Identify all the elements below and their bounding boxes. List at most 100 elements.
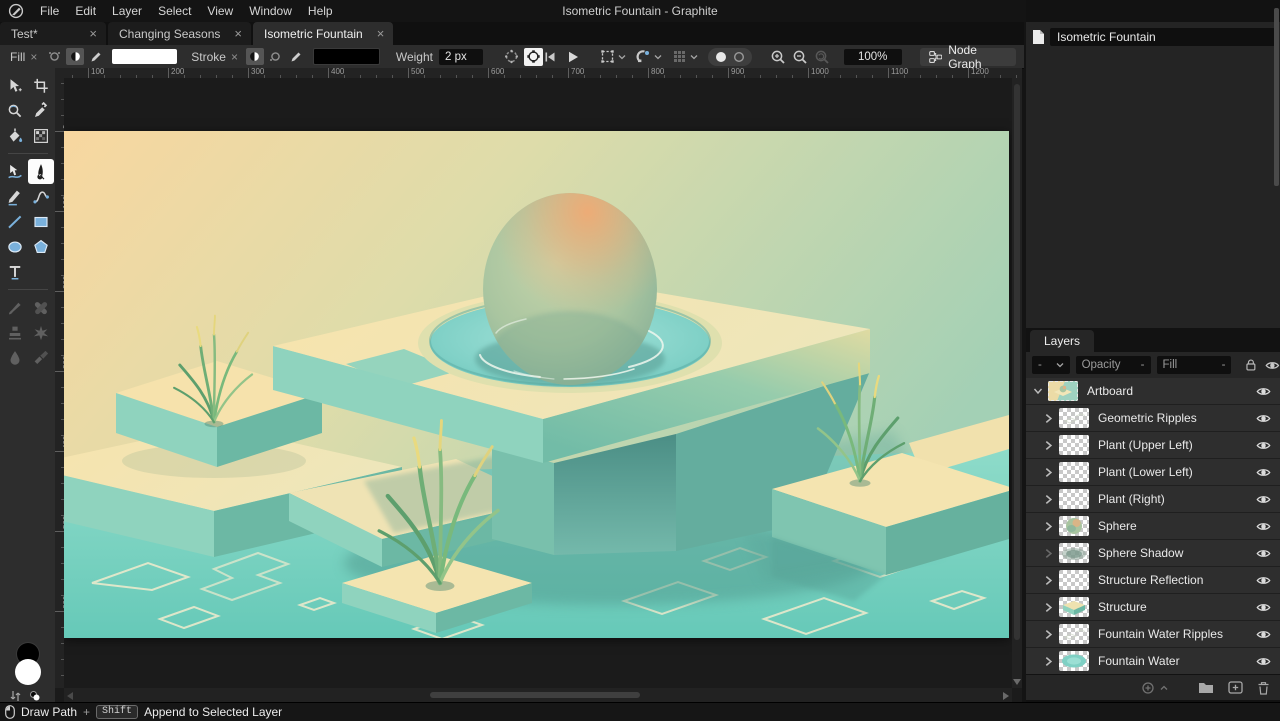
chevron-right-icon[interactable] [1044, 575, 1054, 586]
fill-clear-button[interactable]: × [30, 50, 37, 64]
artboard[interactable] [64, 131, 1009, 638]
play-button[interactable] [566, 50, 580, 64]
chevron-right-icon[interactable] [1044, 413, 1054, 424]
close-tab-icon[interactable]: × [234, 27, 242, 40]
eye-icon[interactable] [1256, 439, 1271, 452]
canvas-zoom-value[interactable]: 100% [844, 49, 902, 65]
menu-edit[interactable]: Edit [67, 0, 104, 22]
chevron-right-icon[interactable] [1044, 629, 1054, 640]
polygon-tool[interactable] [28, 234, 54, 259]
working-colors[interactable] [14, 643, 42, 689]
layer-row[interactable]: Structure Reflection [1026, 567, 1280, 593]
pen-tool[interactable] [28, 159, 54, 184]
layer-row[interactable]: Sphere [1026, 513, 1280, 539]
text-tool[interactable] [2, 259, 28, 284]
spline-tool[interactable] [28, 184, 54, 209]
menu-help[interactable]: Help [300, 0, 341, 22]
stroke-weight-field[interactable]: 2 px [439, 49, 483, 65]
menu-window[interactable]: Window [241, 0, 300, 22]
layer-list-scrollbar[interactable] [1274, 8, 1279, 186]
layer-row[interactable]: Geometric Ripples [1026, 405, 1280, 431]
chevron-right-icon[interactable] [1044, 494, 1054, 505]
close-tab-icon[interactable]: × [377, 27, 385, 40]
layer-row[interactable]: Sphere Shadow [1026, 540, 1280, 566]
grid-dropdown[interactable] [672, 49, 698, 64]
eye-icon[interactable] [1256, 493, 1271, 506]
scroll-right-arrow[interactable] [1003, 692, 1009, 700]
scroll-down-arrow[interactable] [1013, 679, 1021, 685]
blend-mode-dropdown[interactable]: - [1032, 356, 1070, 374]
lock-icon[interactable] [1245, 358, 1257, 372]
rewind-to-start-button[interactable] [543, 50, 557, 64]
chevron-right-icon[interactable] [1044, 467, 1054, 478]
line-tool[interactable] [2, 209, 28, 234]
layer-row[interactable]: Fountain Water [1026, 648, 1280, 674]
menu-file[interactable]: File [32, 0, 67, 22]
stroke-none-icon[interactable] [267, 48, 285, 65]
zoom-in-button[interactable] [770, 49, 786, 65]
menu-view[interactable]: View [199, 0, 241, 22]
artboard-tool[interactable] [28, 73, 54, 98]
path-tool[interactable] [2, 159, 28, 184]
zoom-reset-button[interactable] [814, 49, 830, 65]
stroke-clear-button[interactable]: × [231, 50, 238, 64]
fill-none-icon[interactable] [45, 48, 63, 65]
menu-select[interactable]: Select [150, 0, 199, 22]
tab-layers[interactable]: Layers [1030, 330, 1094, 352]
layer-row[interactable]: Artboard [1026, 378, 1280, 404]
layer-row[interactable]: undefinedPlant (Upper Left) [1026, 432, 1280, 458]
artwork-canvas[interactable] [64, 131, 1009, 638]
fill-blend-field[interactable]: Fill - [1157, 356, 1232, 374]
rectangle-tool[interactable] [28, 209, 54, 234]
document-name-field[interactable]: Isometric Fountain [1050, 28, 1275, 46]
gradient-tool[interactable] [28, 123, 54, 148]
eye-icon[interactable] [1256, 628, 1271, 641]
view-mode-toggle[interactable] [708, 48, 752, 66]
snapping-dropdown[interactable] [636, 49, 662, 64]
vertical-scroll-thumb[interactable] [1014, 84, 1020, 640]
chevron-right-icon[interactable] [1044, 602, 1054, 613]
selection-mode-dropdown[interactable] [600, 49, 626, 64]
eye-icon[interactable] [1265, 359, 1280, 372]
chevron-right-icon[interactable] [1044, 440, 1054, 451]
stroke-color-swatch[interactable] [313, 48, 380, 65]
horizontal-scrollbar[interactable] [64, 688, 1012, 702]
layer-row[interactable]: Fountain Water Ripples [1026, 621, 1280, 647]
eye-icon[interactable] [1256, 655, 1271, 668]
layer-row[interactable]: undefinedPlant (Right) [1026, 486, 1280, 512]
new-layer-icon[interactable] [1228, 681, 1243, 694]
horizontal-scroll-thumb[interactable] [430, 692, 640, 698]
layer-row[interactable]: Structure [1026, 594, 1280, 620]
anchor-overlay-icon[interactable] [524, 48, 543, 66]
path-overlay-icon[interactable] [503, 48, 520, 65]
eye-icon[interactable] [1256, 574, 1271, 587]
fill-solid-icon[interactable] [66, 48, 84, 65]
stroke-pick-brush-icon[interactable] [288, 48, 306, 65]
chevron-down-icon[interactable] [1033, 386, 1043, 396]
layer-row[interactable]: undefinedPlant (Lower Left) [1026, 459, 1280, 485]
document-tab[interactable]: Test*× [0, 22, 106, 45]
navigate-tool[interactable] [2, 98, 28, 123]
ellipse-tool[interactable] [2, 234, 28, 259]
canvas-viewport[interactable] [64, 78, 1012, 688]
eye-icon[interactable] [1256, 385, 1271, 398]
freehand-tool[interactable] [2, 184, 28, 209]
chevron-right-icon[interactable] [1044, 521, 1054, 532]
menu-layer[interactable]: Layer [104, 0, 150, 22]
eye-icon[interactable] [1256, 412, 1271, 425]
close-tab-icon[interactable]: × [89, 27, 97, 40]
eye-icon[interactable] [1256, 520, 1271, 533]
eye-icon[interactable] [1256, 547, 1271, 560]
document-tab[interactable]: Changing Seasons× [108, 22, 251, 45]
delete-layer-icon[interactable] [1257, 681, 1270, 695]
stroke-solid-icon[interactable] [246, 48, 264, 65]
secondary-color-swatch[interactable] [15, 659, 41, 685]
fill-tool[interactable] [2, 123, 28, 148]
fill-color-swatch[interactable] [112, 49, 177, 64]
zoom-out-button[interactable] [792, 49, 808, 65]
chevron-right-icon[interactable] [1044, 656, 1054, 667]
opacity-field[interactable]: Opacity - [1076, 356, 1151, 374]
chevron-right-icon[interactable] [1044, 548, 1054, 559]
swap-colors-icon[interactable] [10, 690, 21, 702]
document-tab[interactable]: Isometric Fountain× [253, 22, 393, 45]
